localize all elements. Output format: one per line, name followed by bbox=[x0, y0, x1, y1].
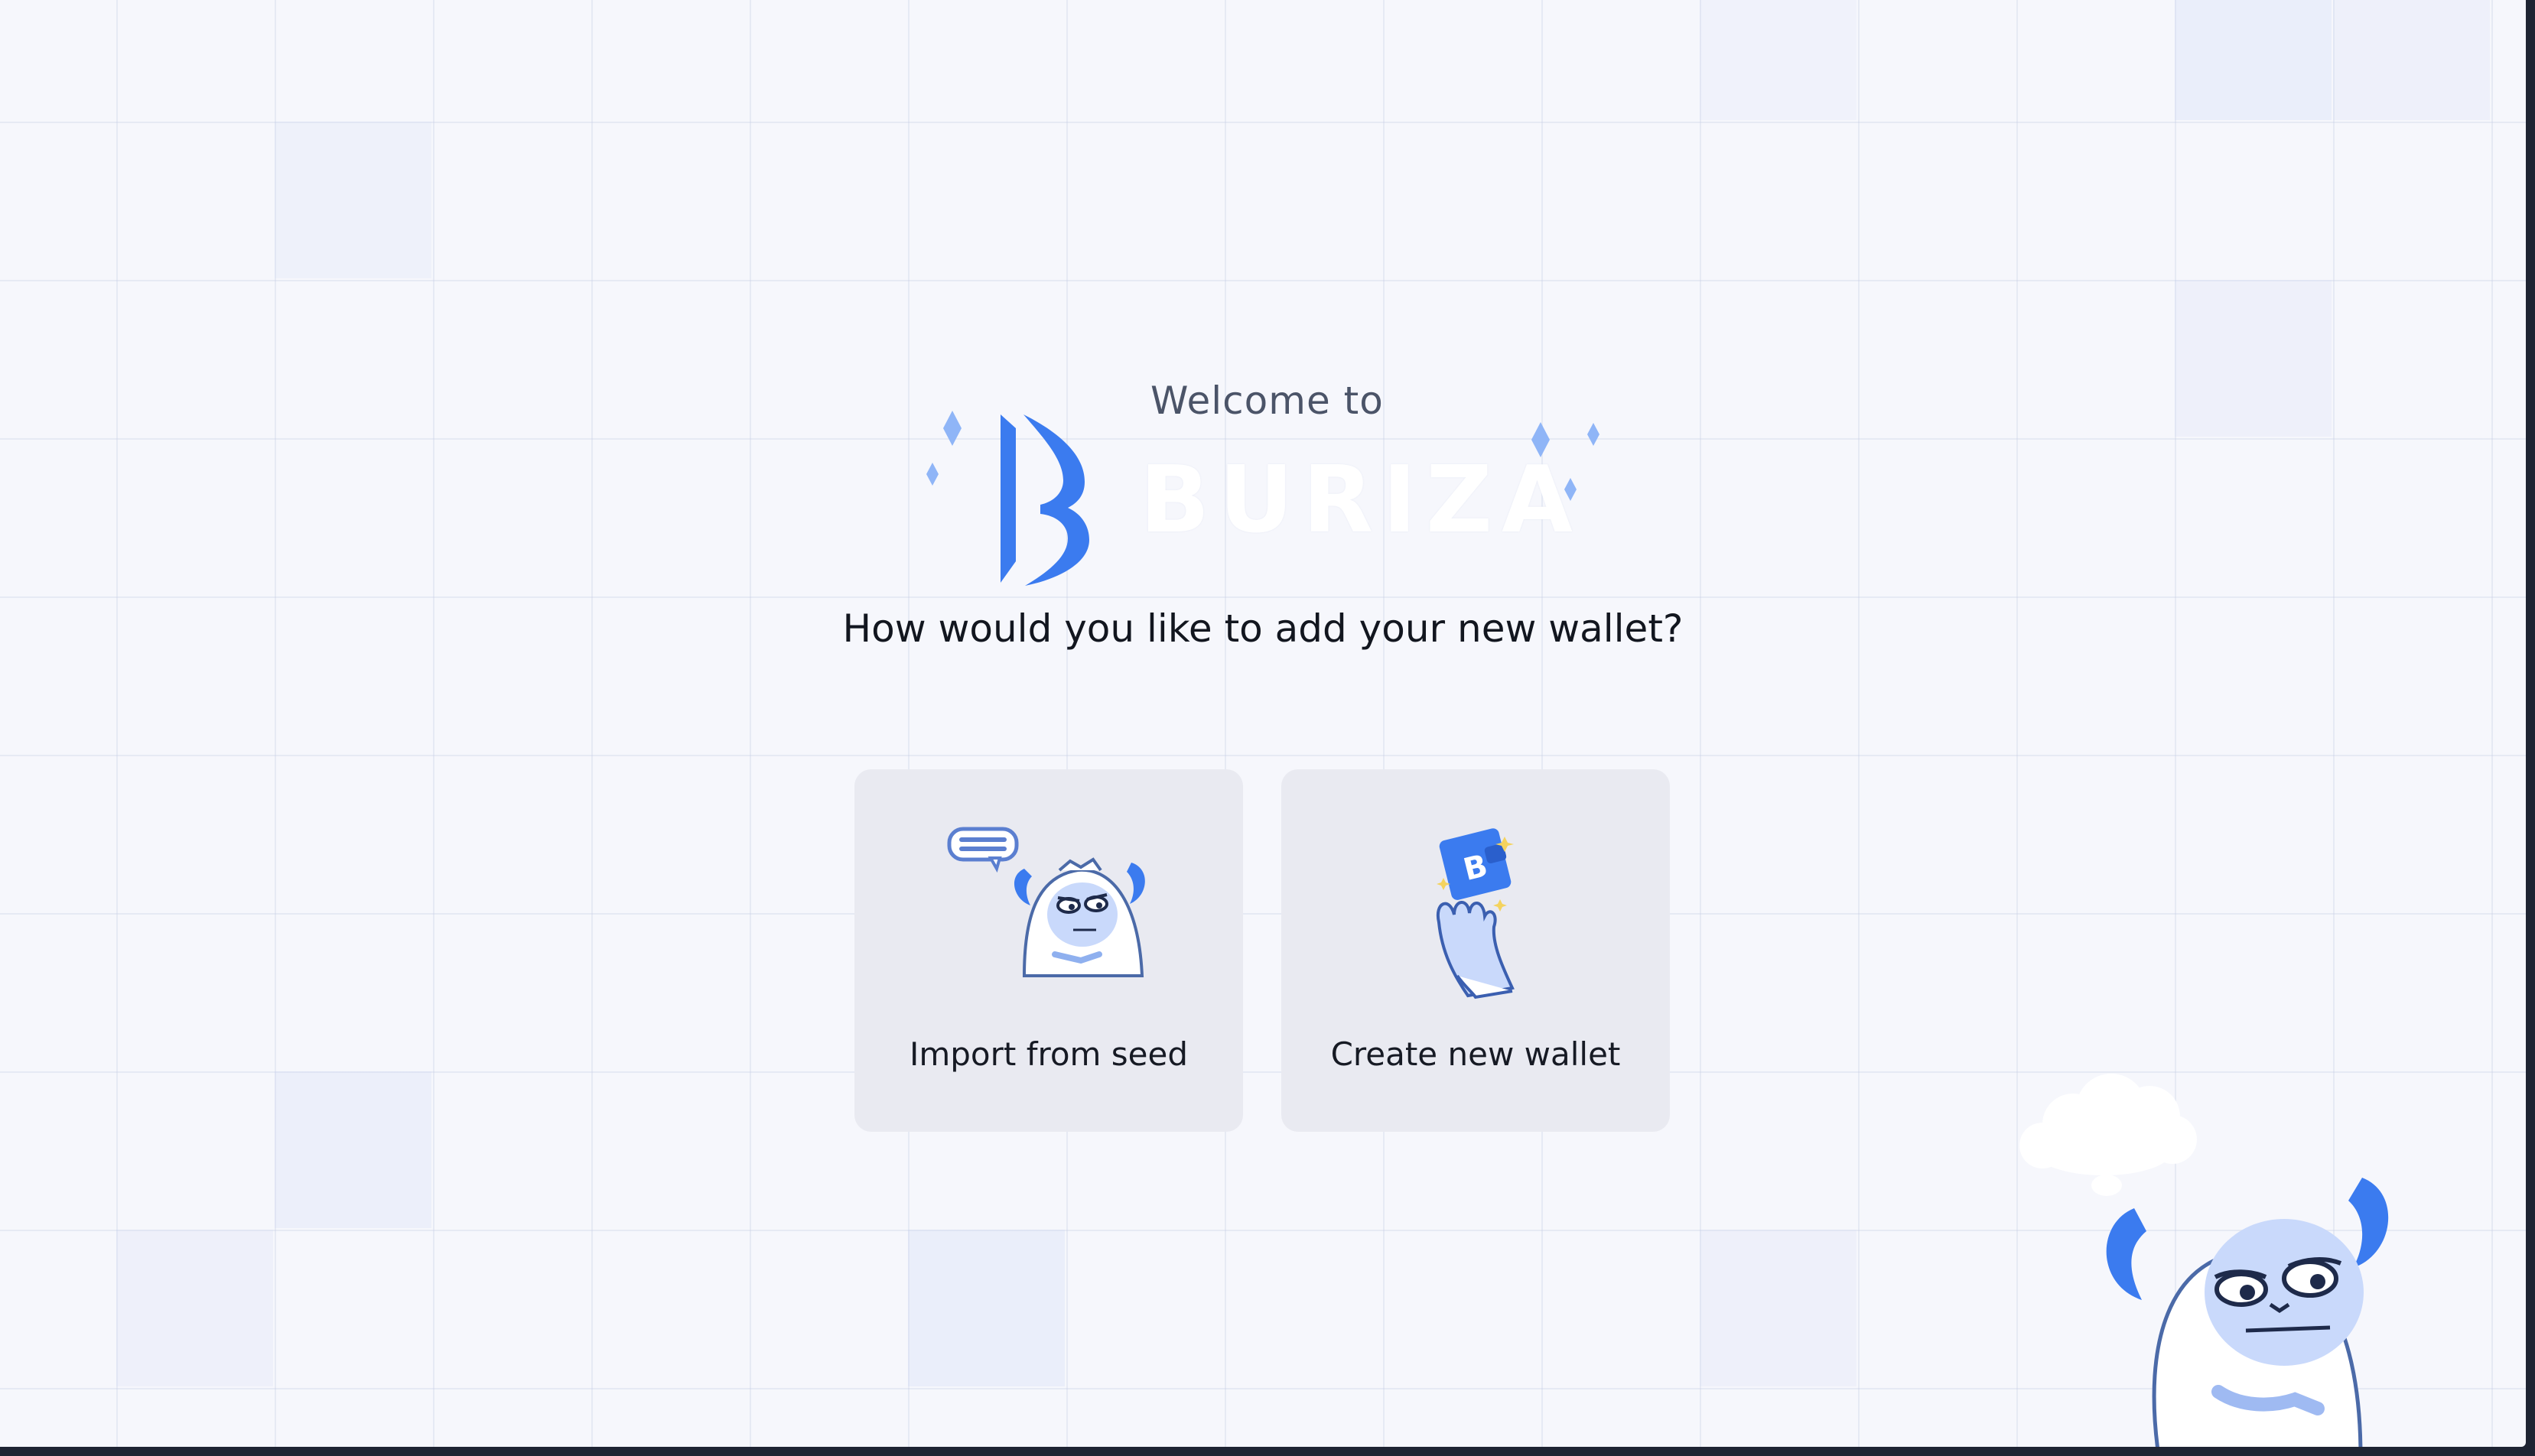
welcome-heading: Welcome to bbox=[1150, 379, 1384, 423]
brand-wordmark: BURIZA bbox=[1140, 447, 1582, 554]
yeti-speech-bubble-icon bbox=[947, 827, 1145, 977]
sparkle-icon bbox=[1587, 423, 1599, 446]
hand-holding-wallet-icon: B bbox=[1436, 828, 1515, 999]
buriza-logo-icon bbox=[1001, 414, 1089, 586]
create-new-wallet-button[interactable]: B Create new wallet bbox=[1281, 769, 1670, 1132]
sparkle-icon bbox=[943, 411, 962, 446]
import-from-seed-label: Import from seed bbox=[909, 1035, 1189, 1073]
sparkle-icon bbox=[926, 463, 939, 486]
page-question: How would you like to add your new walle… bbox=[842, 606, 1684, 651]
app-window: Welcome to BURIZA How would you like to … bbox=[0, 0, 2526, 1447]
create-new-wallet-label: Create new wallet bbox=[1330, 1035, 1621, 1073]
yeti-mascot-icon bbox=[2019, 1074, 2389, 1447]
import-from-seed-button[interactable]: Import from seed bbox=[854, 769, 1243, 1132]
